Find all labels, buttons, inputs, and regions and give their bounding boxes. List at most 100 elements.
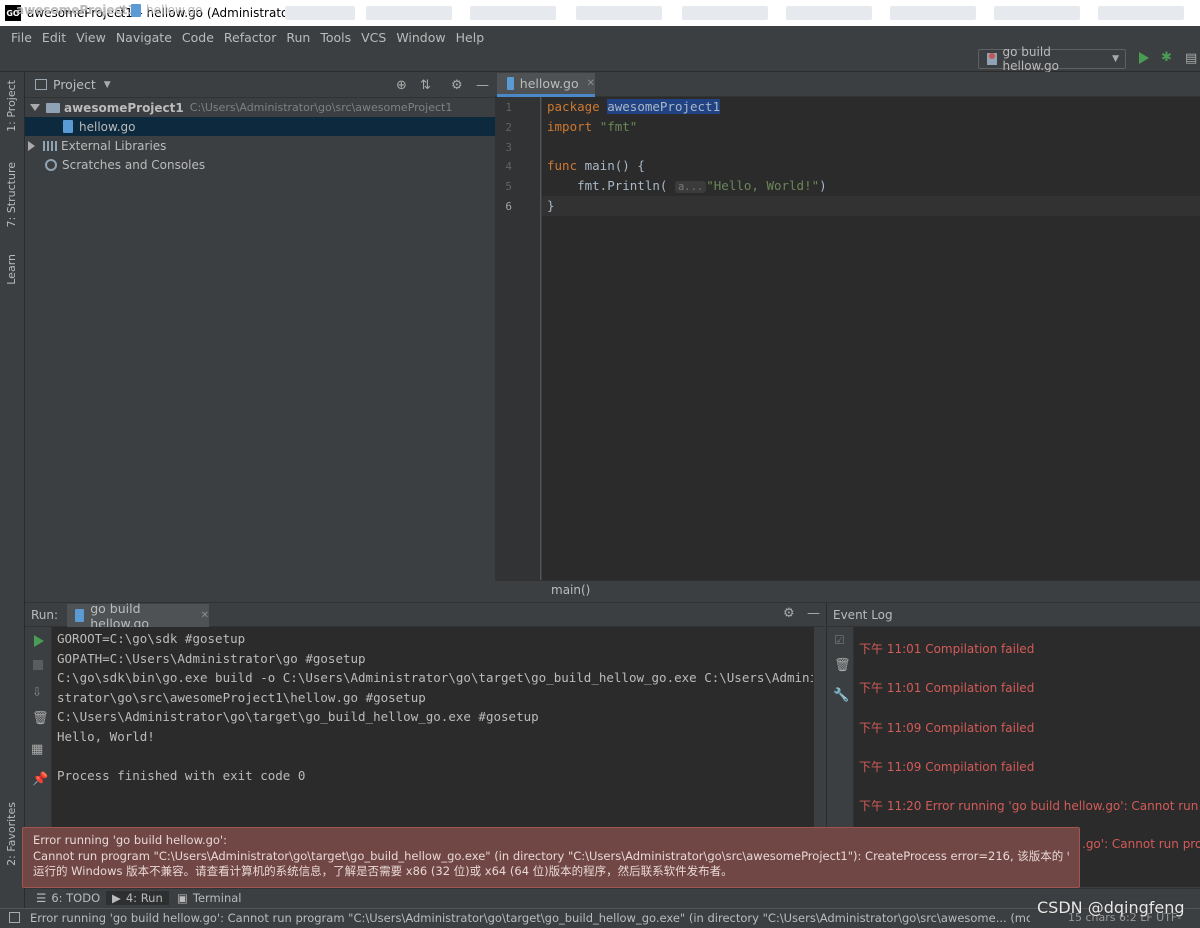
expand-arrow-icon[interactable] xyxy=(30,104,40,111)
event-log-entry[interactable]: 下午 11:09 Compilation failed xyxy=(859,758,1200,775)
code-line-2[interactable]: import "fmt" xyxy=(547,117,637,137)
menu-window[interactable]: Window xyxy=(391,30,450,45)
trash-icon[interactable]: 🗑 xyxy=(834,658,851,673)
event-log-title: Event Log xyxy=(833,608,893,622)
collapse-all-icon[interactable]: ⇅ xyxy=(420,78,431,93)
menu-file[interactable]: File xyxy=(6,30,37,45)
code-string: "fmt" xyxy=(599,119,638,134)
taskbar-tab[interactable] xyxy=(366,6,452,20)
list-icon: ☰ xyxy=(36,891,47,905)
taskbar-tab[interactable] xyxy=(285,6,355,20)
code-line-6[interactable]: } xyxy=(547,196,555,216)
tree-item-label: Scratches and Consoles xyxy=(62,157,206,172)
scroll-to-end-icon[interactable]: ⇩ xyxy=(32,685,42,699)
close-icon[interactable]: ✕ xyxy=(587,78,595,89)
tool-tab-label: Terminal xyxy=(192,891,242,905)
tool-tab-learn[interactable]: Learn xyxy=(5,254,18,285)
tree-item-external-libraries[interactable]: External Libraries xyxy=(25,136,495,155)
event-log-entry[interactable]: 下午 11:01 Compilation failed xyxy=(859,679,1200,696)
menu-vcs[interactable]: VCS xyxy=(356,30,391,45)
tool-tab-todo[interactable]: ☰ 6: TODO xyxy=(36,891,100,905)
debug-icon[interactable]: ✱ xyxy=(1161,51,1175,65)
menu-edit[interactable]: Edit xyxy=(37,30,71,45)
go-file-icon xyxy=(75,609,85,622)
tool-tab-favorites[interactable]: 2: Favorites xyxy=(5,802,18,866)
menu-run[interactable]: Run xyxy=(281,30,315,45)
chevron-down-icon[interactable]: ▼ xyxy=(104,80,111,90)
console-line: C:\go\sdk\bin\go.exe build -o C:\Users\A… xyxy=(57,670,813,685)
taskbar-tab[interactable] xyxy=(1098,6,1184,20)
tree-item-project-root[interactable]: awesomeProject1 C:\Users\Administrator\g… xyxy=(25,98,495,117)
close-icon[interactable]: ✕ xyxy=(201,610,209,621)
code-line-1[interactable]: package awesomeProject1 xyxy=(547,97,721,117)
hide-icon[interactable]: — xyxy=(807,606,820,621)
go-file-icon xyxy=(131,4,141,17)
code-line-5[interactable]: fmt.Println( a... "Hello, World!") xyxy=(547,176,827,196)
gear-icon[interactable]: ⚙ xyxy=(451,78,463,93)
terminal-icon: ▣ xyxy=(177,891,188,905)
code-keyword: func xyxy=(547,158,578,173)
run-tab-go-build[interactable]: go build hellow.go ✕ xyxy=(67,601,209,631)
taskbar-tab[interactable] xyxy=(890,6,976,20)
project-view-icon xyxy=(35,79,47,90)
breadcrumb-project[interactable]: awesomeProject1 xyxy=(16,3,136,17)
event-log-entry[interactable]: 下午 11:09 Compilation failed xyxy=(859,719,1200,736)
mark-read-icon[interactable]: ☑ xyxy=(834,633,845,647)
menu-code[interactable]: Code xyxy=(177,30,219,45)
library-icon xyxy=(43,140,57,151)
status-message[interactable]: Error running 'go build hellow.go': Cann… xyxy=(30,911,1030,925)
editor-breadcrumb-function[interactable]: main() xyxy=(551,583,590,597)
expand-arrow-icon[interactable] xyxy=(28,140,35,151)
layout-icon[interactable]: ▦ xyxy=(31,742,43,757)
run-icon[interactable] xyxy=(1139,52,1149,64)
tree-item-scratches[interactable]: Scratches and Consoles xyxy=(25,155,495,174)
editor-tab-hellow-go[interactable]: hellow.go ✕ xyxy=(497,73,595,97)
menu-tools[interactable]: Tools xyxy=(315,30,356,45)
project-view-select[interactable]: Project xyxy=(53,77,96,92)
locate-icon[interactable]: ⊕ xyxy=(396,78,407,93)
taskbar-tab[interactable] xyxy=(786,6,872,20)
rerun-icon[interactable] xyxy=(34,635,44,647)
menu-refactor[interactable]: Refactor xyxy=(219,30,281,45)
stop-icon[interactable] xyxy=(33,660,43,670)
wrench-icon[interactable]: 🔧 xyxy=(833,688,849,703)
event-log-entry[interactable]: 下午 11:20 Error running 'go build hellow.… xyxy=(859,797,1200,814)
tool-tab-terminal[interactable]: ▣ Terminal xyxy=(177,891,241,905)
toggle-tool-windows-icon[interactable] xyxy=(9,912,20,923)
build-icon[interactable]: ▤ xyxy=(1185,51,1197,66)
console-line: C:\Users\Administrator\go\target\go_buil… xyxy=(57,709,539,724)
trash-icon[interactable]: 🗑 xyxy=(32,711,49,726)
gear-icon[interactable]: ⚙ xyxy=(783,606,795,621)
tree-item-hellow-go[interactable]: hellow.go xyxy=(25,117,495,136)
menu-navigate[interactable]: Navigate xyxy=(111,30,177,45)
hide-icon[interactable]: — xyxy=(476,78,489,93)
editor-tab-bar xyxy=(495,72,1200,97)
console-line: strator\go\src\awesomeProject1\hellow.go… xyxy=(57,690,426,705)
code-line-4[interactable]: func main() { xyxy=(547,156,645,176)
tool-tab-project[interactable]: 1: Project xyxy=(5,80,18,132)
event-log-entry[interactable]: .go': Cannot run prog xyxy=(1082,837,1200,851)
breadcrumb-separator-icon: 〉 xyxy=(119,5,132,19)
taskbar-tab[interactable] xyxy=(470,6,556,20)
tool-tab-label: 6: TODO xyxy=(51,891,101,905)
console-scrollbar[interactable] xyxy=(814,627,825,827)
event-log-entry[interactable]: 下午 11:01 Compilation failed xyxy=(859,640,1200,657)
console-line: Hello, World! xyxy=(57,729,155,744)
tool-tab-structure[interactable]: 7: Structure xyxy=(5,162,18,227)
taskbar-tab[interactable] xyxy=(682,6,768,20)
tool-tab-run[interactable]: ▶ 4: Run xyxy=(106,891,169,905)
console-line: GOROOT=C:\go\sdk #gosetup xyxy=(57,631,246,646)
run-configuration-label: go build hellow.go xyxy=(1002,45,1060,73)
editor-tab-label: hellow.go xyxy=(519,76,579,91)
run-configuration-select[interactable]: go build hellow.go ▼ xyxy=(978,45,1126,73)
breadcrumb-file[interactable]: hellow.go xyxy=(146,3,202,17)
code-keyword: package xyxy=(547,99,600,114)
editor-breadcrumb-bar xyxy=(495,580,1200,602)
menu-view[interactable]: View xyxy=(71,30,111,45)
taskbar-tab[interactable] xyxy=(994,6,1080,20)
taskbar-tab[interactable] xyxy=(576,6,662,20)
menu-help[interactable]: Help xyxy=(451,30,490,45)
pin-icon[interactable]: 📌 xyxy=(32,772,48,787)
run-tab-label: go build hellow.go xyxy=(90,600,150,631)
error-notification-balloon[interactable]: Error running 'go build hellow.go': Cann… xyxy=(22,827,1080,888)
